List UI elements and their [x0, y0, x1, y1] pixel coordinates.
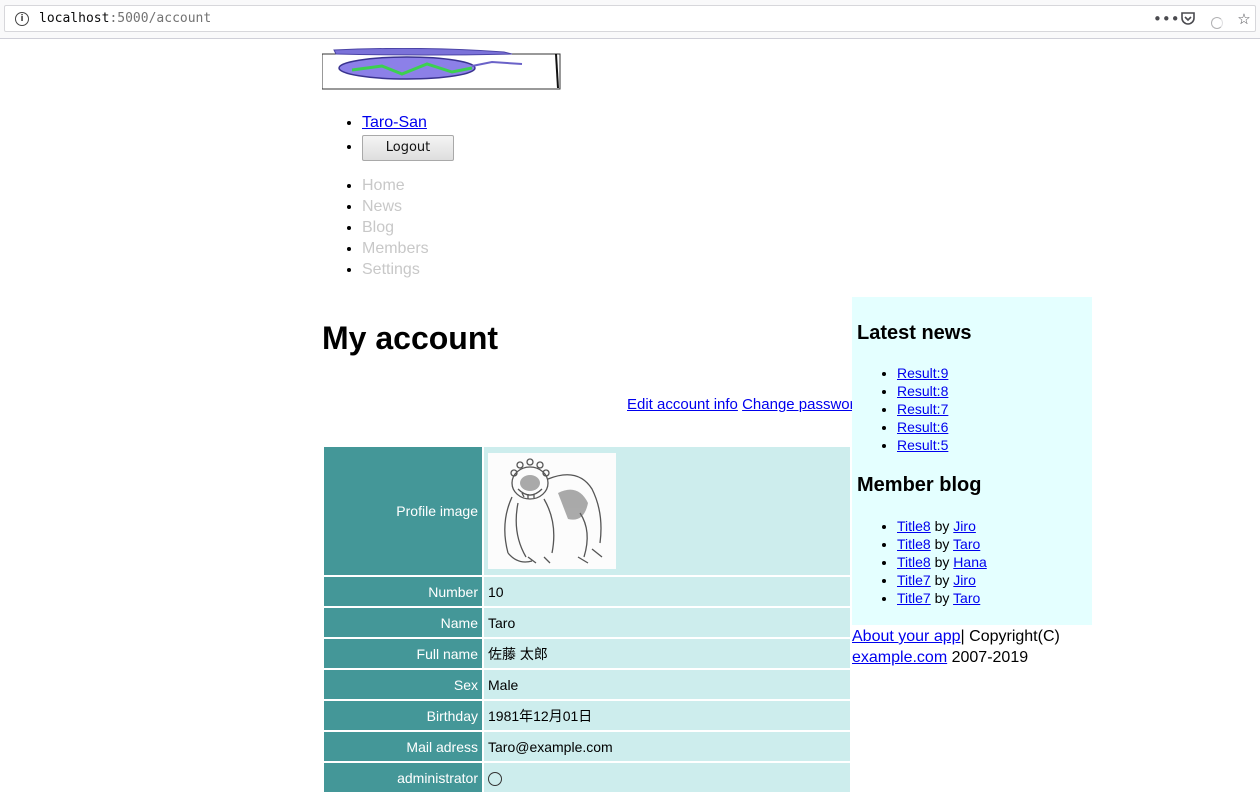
blog-author-link[interactable]: Taro	[953, 536, 980, 552]
site-logo[interactable]	[322, 48, 562, 90]
by-text: by	[934, 536, 950, 552]
list-item: Result:7	[897, 400, 948, 418]
more-actions-icon[interactable]: •••	[1153, 10, 1180, 28]
list-item: Result:9	[897, 364, 948, 382]
field-value: Taro	[484, 608, 850, 637]
main-nav: Home News Blog Members Settings	[322, 175, 429, 280]
table-row: Sex Male	[324, 670, 850, 699]
blog-author-link[interactable]: Hana	[953, 554, 986, 570]
field-label: Birthday	[324, 701, 482, 730]
account-info-table: Profile image Number 10 Name Taro Full n…	[322, 445, 852, 794]
logout-button[interactable]: Logout	[362, 135, 454, 161]
table-row: Mail adress Taro@example.com	[324, 732, 850, 761]
by-text: by	[934, 572, 950, 588]
field-value	[484, 763, 850, 792]
edit-account-link[interactable]: Edit account info	[627, 396, 738, 413]
field-label: administrator	[324, 763, 482, 792]
list-item: Title8 by Taro	[897, 535, 987, 553]
loading-spinner-icon	[1211, 17, 1223, 29]
field-label: Name	[324, 608, 482, 637]
blog-title-link[interactable]: Title8	[897, 518, 931, 534]
list-item: Title7 by Taro	[897, 589, 987, 607]
news-list: Result:9 Result:8 Result:7 Result:6 Resu…	[857, 364, 948, 454]
news-link[interactable]: Result:8	[897, 383, 948, 399]
list-item: Result:6	[897, 418, 948, 436]
table-row: Name Taro	[324, 608, 850, 637]
url-path: :5000/account	[109, 11, 212, 26]
by-text: by	[934, 554, 950, 570]
change-password-link[interactable]: Change password	[742, 396, 863, 413]
member-blog-heading: Member blog	[857, 474, 982, 496]
news-link[interactable]: Result:7	[897, 401, 948, 417]
admin-status-circle-icon	[488, 771, 502, 786]
copyright-years: 2007-2019	[947, 649, 1029, 666]
about-app-link[interactable]: About your app	[852, 628, 961, 645]
field-label: Profile image	[324, 447, 482, 575]
nav-item-members[interactable]: Members	[362, 238, 429, 259]
site-link[interactable]: example.com	[852, 649, 947, 666]
table-row: Birthday 1981年12月01日	[324, 701, 850, 730]
blog-title-link[interactable]: Title7	[897, 590, 931, 606]
field-label: Full name	[324, 639, 482, 668]
address-bar[interactable]: i localhost:5000/account ••• ☆	[4, 5, 1256, 32]
user-name-link[interactable]: Taro-San	[362, 114, 427, 131]
blog-title-link[interactable]: Title7	[897, 572, 931, 588]
field-value: 10	[484, 577, 850, 606]
list-item: Title7 by Jiro	[897, 571, 987, 589]
account-actions: Edit account info Change password	[627, 396, 863, 413]
bookmark-star-icon[interactable]: ☆	[1235, 10, 1253, 28]
field-value: Taro@example.com	[484, 732, 850, 761]
field-value: 1981年12月01日	[484, 701, 850, 730]
field-label: Number	[324, 577, 482, 606]
latest-news-heading: Latest news	[857, 322, 972, 344]
field-value: 佐藤 太郎	[484, 639, 850, 668]
by-text: by	[934, 590, 950, 606]
info-icon[interactable]: i	[15, 12, 29, 26]
table-row: administrator	[324, 763, 850, 792]
table-row: Number 10	[324, 577, 850, 606]
pocket-icon[interactable]	[1179, 10, 1197, 28]
field-label: Sex	[324, 670, 482, 699]
url-text[interactable]: localhost:5000/account	[39, 11, 211, 27]
blog-author-link[interactable]: Jiro	[953, 518, 976, 534]
user-menu: Taro-San Logout	[322, 112, 454, 161]
table-row: Profile image	[324, 447, 850, 575]
blog-title-link[interactable]: Title8	[897, 536, 931, 552]
page-title: My account	[322, 320, 499, 356]
nav-item-news[interactable]: News	[362, 196, 429, 217]
news-link[interactable]: Result:9	[897, 365, 948, 381]
url-host: localhost	[39, 11, 110, 26]
user-menu-item: Taro-San	[362, 112, 454, 134]
table-row: Full name 佐藤 太郎	[324, 639, 850, 668]
news-link[interactable]: Result:6	[897, 419, 948, 435]
profile-image-cell	[484, 447, 850, 575]
field-label: Mail adress	[324, 732, 482, 761]
nav-item-blog[interactable]: Blog	[362, 217, 429, 238]
blog-author-link[interactable]: Taro	[953, 590, 980, 606]
sidebar: Latest news Result:9 Result:8 Result:7 R…	[852, 297, 1092, 625]
by-text: by	[934, 518, 950, 534]
browser-toolbar: i localhost:5000/account ••• ☆	[0, 0, 1260, 39]
news-link[interactable]: Result:5	[897, 437, 948, 453]
user-menu-item: Logout	[362, 134, 454, 161]
field-value: Male	[484, 670, 850, 699]
blog-author-link[interactable]: Jiro	[953, 572, 976, 588]
list-item: Result:5	[897, 436, 948, 454]
nav-item-settings[interactable]: Settings	[362, 259, 429, 280]
footer: About your app| Copyright(C) example.com…	[852, 626, 1092, 668]
nav-item-home[interactable]: Home	[362, 175, 429, 196]
list-item: Result:8	[897, 382, 948, 400]
list-item: Title8 by Hana	[897, 553, 987, 571]
blog-title-link[interactable]: Title8	[897, 554, 931, 570]
profile-image	[488, 453, 616, 569]
blog-list: Title8 by Jiro Title8 by Taro Title8 by …	[857, 517, 987, 607]
copyright-text: | Copyright(C)	[960, 628, 1060, 645]
list-item: Title8 by Jiro	[897, 517, 987, 535]
